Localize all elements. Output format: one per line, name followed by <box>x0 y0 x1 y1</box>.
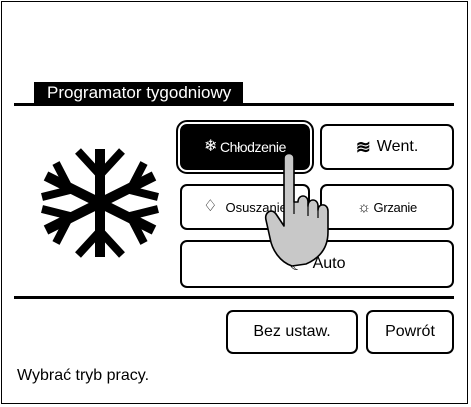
auto-mode-button[interactable]: ☾ Auto <box>180 240 454 288</box>
back-button[interactable]: Powrót <box>366 310 454 354</box>
no-setting-button[interactable]: Bez ustaw. <box>226 310 358 354</box>
back-label: Powrót <box>385 323 435 340</box>
fan-icon: ≋ <box>355 137 371 157</box>
heating-mode-button[interactable]: ☼ Grzanie <box>320 184 454 230</box>
footer-divider <box>14 296 454 299</box>
sun-icon: ☼ <box>357 198 371 216</box>
cooling-mode-label: Chłodzenie <box>219 139 287 155</box>
page-title: Programator tygodniowy <box>34 82 244 104</box>
no-setting-label: Bez ustaw. <box>253 323 331 340</box>
status-message: Wybrać tryb pracy. <box>17 367 150 384</box>
heating-mode-label: Grzanie <box>373 199 418 215</box>
droplet-icon: ♢ <box>203 198 218 215</box>
auto-icon: ☾ <box>288 254 305 274</box>
snowflake-icon: ❄ <box>203 138 217 155</box>
fan-mode-label: Went. <box>376 138 419 155</box>
auto-mode-label: Auto <box>312 255 346 272</box>
snowflake-icon <box>41 148 159 258</box>
title-divider <box>14 103 454 106</box>
fan-mode-button[interactable]: ≋ Went. <box>320 124 454 170</box>
cooling-mode-button[interactable]: ❄ Chłodzenie <box>180 124 310 170</box>
dry-mode-label: Osuszanie <box>225 199 287 215</box>
dry-mode-button[interactable]: ♢ Osuszanie <box>180 184 310 230</box>
